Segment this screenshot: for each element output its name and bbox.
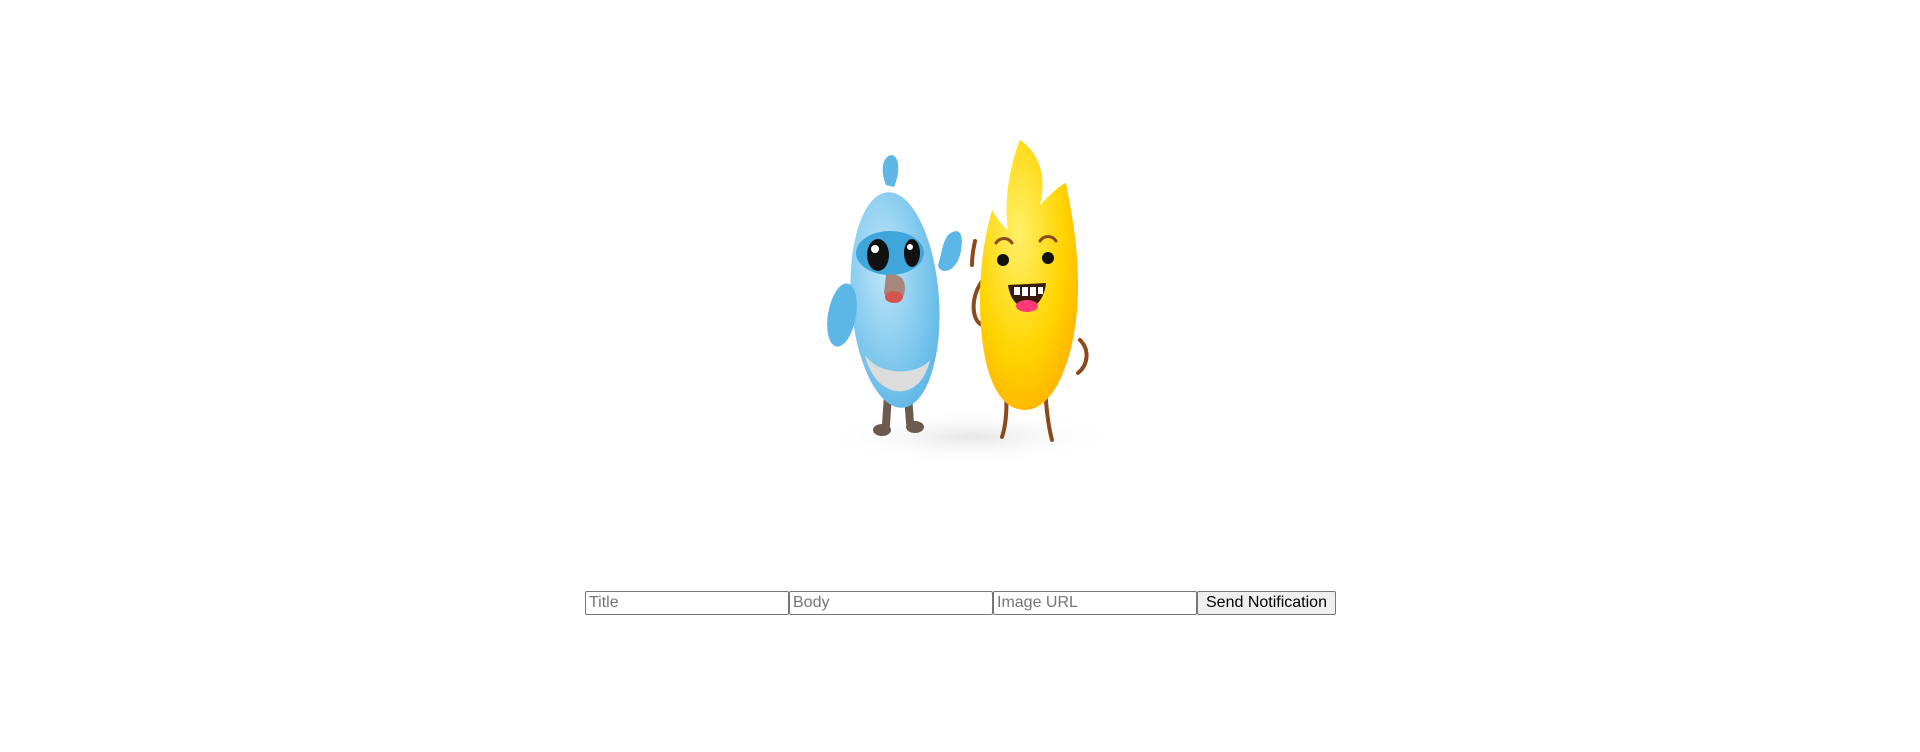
mascot-illustration [820,125,1120,475]
ground-shadow [820,409,1120,465]
image-url-input[interactable] [993,591,1197,615]
blue-bird-character [827,155,962,436]
mascot-image [820,140,1120,465]
title-input[interactable] [585,591,789,615]
page: Send Notification [0,0,1920,752]
body-input[interactable] [789,591,993,615]
notification-form: Send Notification [585,591,1336,615]
yellow-flame-character [970,140,1089,442]
send-notification-button[interactable]: Send Notification [1197,591,1336,615]
